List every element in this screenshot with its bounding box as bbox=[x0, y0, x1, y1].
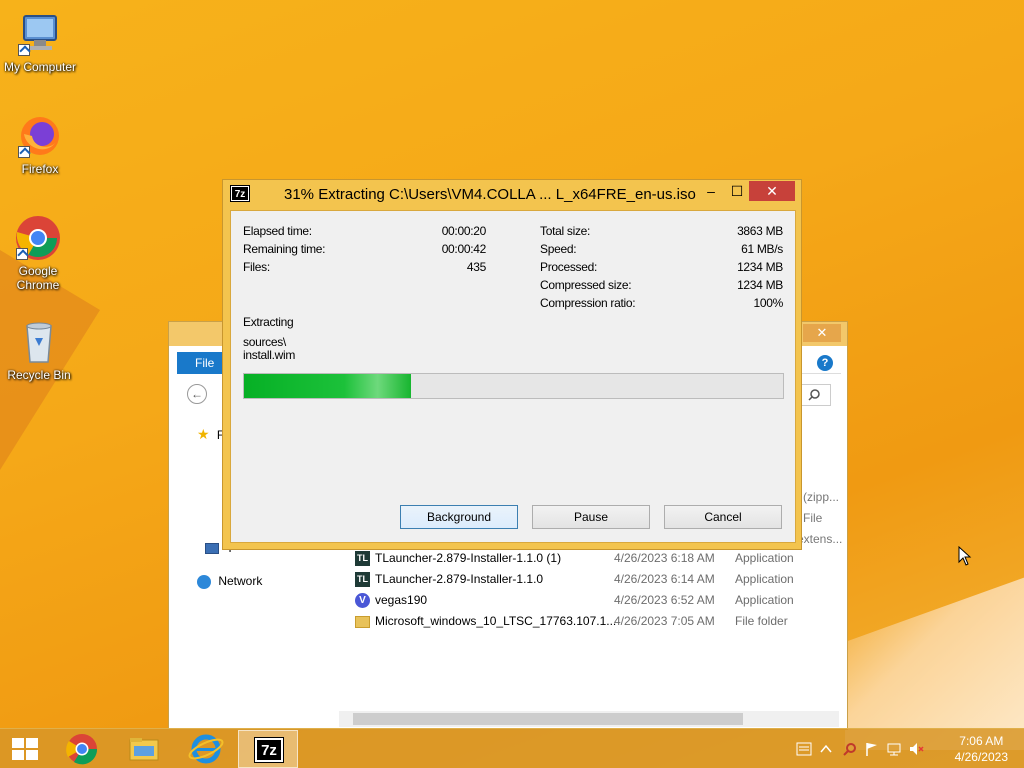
back-arrow-icon[interactable]: ← bbox=[187, 384, 207, 404]
file-row[interactable]: TL TLauncher-2.879-Installer-1.1.0 (1) 4… bbox=[349, 548, 829, 569]
dialog-body: Elapsed time: 00:00:20 Remaining time: 0… bbox=[230, 210, 796, 543]
chrome-icon bbox=[14, 214, 62, 262]
show-hidden-icons-icon[interactable] bbox=[818, 741, 834, 757]
clock[interactable]: 7:06 AM 4/26/2023 bbox=[955, 733, 1008, 765]
desktop-icon-google-chrome[interactable]: Google Chrome bbox=[0, 214, 78, 292]
speed-value: 61 MB/s bbox=[741, 242, 783, 256]
wallpaper-highlight bbox=[845, 570, 1024, 750]
computer-icon bbox=[205, 543, 219, 555]
desktop-icon-my-computer[interactable]: My Computer bbox=[0, 10, 80, 74]
desktop-icon-label: My Computer bbox=[3, 60, 77, 74]
desktop-icon-label: Firefox bbox=[21, 162, 59, 176]
current-file: install.wim bbox=[243, 348, 296, 362]
extracting-label: Extracting bbox=[243, 315, 294, 329]
remaining-time-label: Remaining time: bbox=[243, 242, 326, 256]
close-button[interactable]: ✕ bbox=[749, 181, 795, 201]
recycle-bin-icon bbox=[15, 318, 63, 366]
dialog-titlebar[interactable]: 7z 31% Extracting C:\Users\VM4.COLLA ...… bbox=[223, 180, 801, 208]
chrome-icon bbox=[66, 734, 98, 765]
explorer-close-button[interactable]: ✕ bbox=[803, 324, 841, 342]
star-icon: ★ bbox=[197, 426, 210, 442]
help-icon[interactable]: ? bbox=[817, 355, 833, 371]
mouse-cursor-icon bbox=[958, 546, 972, 566]
taskbar: 7z 7:06 AM 4/26/2023 bbox=[0, 728, 1024, 768]
files-label: Files: bbox=[243, 260, 270, 274]
7zip-icon: 7z bbox=[230, 185, 250, 202]
clock-time: 7:06 AM bbox=[959, 734, 1004, 748]
scrollbar-thumb[interactable] bbox=[353, 713, 743, 725]
taskbar-internet-explorer[interactable] bbox=[176, 730, 236, 768]
tlauncher-icon: TL bbox=[355, 572, 370, 587]
nav-quick-access[interactable]: ★ F bbox=[197, 424, 224, 444]
internet-explorer-icon bbox=[188, 734, 224, 764]
taskbar-chrome[interactable] bbox=[52, 730, 112, 768]
compressed-size-value: 1234 MB bbox=[737, 278, 783, 292]
compression-ratio-label: Compression ratio: bbox=[540, 296, 636, 310]
extraction-progress-bar bbox=[243, 373, 784, 399]
network-icon[interactable] bbox=[886, 741, 902, 757]
action-center-icon[interactable] bbox=[796, 741, 812, 757]
background-button[interactable]: Background bbox=[400, 505, 518, 529]
elapsed-time-value: 00:00:20 bbox=[441, 224, 487, 238]
windows-logo-icon bbox=[12, 738, 38, 760]
taskbar-file-explorer[interactable] bbox=[114, 730, 174, 768]
shortcut-arrow-icon bbox=[18, 44, 30, 56]
file-row[interactable]: Microsoft_windows_10_LTSC_17763.107.1...… bbox=[349, 611, 829, 632]
file-row[interactable]: V vegas190 4/26/2023 6:52 AM Application bbox=[349, 590, 829, 611]
desktop-icon-label: Google Chrome bbox=[16, 264, 60, 292]
search-box[interactable] bbox=[801, 384, 831, 406]
pause-button[interactable]: Pause bbox=[532, 505, 650, 529]
column-fragment: extens... bbox=[797, 532, 843, 546]
folder-icon bbox=[355, 616, 370, 628]
minimize-button[interactable]: – bbox=[697, 181, 725, 201]
total-size-label: Total size: bbox=[540, 224, 591, 238]
volume-muted-icon[interactable] bbox=[908, 741, 924, 757]
speed-label: Speed: bbox=[540, 242, 577, 256]
dialog-title: 31% Extracting C:\Users\VM4.COLLA ... L_… bbox=[284, 186, 696, 203]
elapsed-time-label: Elapsed time: bbox=[243, 224, 312, 238]
desktop-icon-label: Recycle Bin bbox=[7, 368, 71, 382]
desktop-icon-recycle-bin[interactable]: Recycle Bin bbox=[0, 318, 79, 382]
tlauncher-icon: TL bbox=[355, 551, 370, 566]
file-explorer-icon bbox=[129, 738, 159, 761]
desktop-icon-firefox[interactable]: Firefox bbox=[0, 112, 80, 176]
cancel-button[interactable]: Cancel bbox=[664, 505, 782, 529]
network-icon bbox=[197, 574, 211, 589]
compression-ratio-value: 100% bbox=[753, 296, 784, 310]
nav-network[interactable]: Network bbox=[197, 571, 262, 591]
taskbar-7zip[interactable]: 7z bbox=[238, 730, 298, 768]
shortcut-arrow-icon bbox=[16, 248, 28, 260]
firefox-icon bbox=[16, 112, 64, 160]
processed-value: 1234 MB bbox=[737, 260, 783, 274]
system-tray: 7:06 AM 4/26/2023 bbox=[784, 729, 1024, 768]
processed-label: Processed: bbox=[540, 260, 598, 274]
remaining-time-value: 00:00:42 bbox=[441, 242, 487, 256]
clock-date: 4/26/2023 bbox=[954, 750, 1008, 764]
search-icon[interactable] bbox=[842, 741, 858, 757]
horizontal-scrollbar[interactable] bbox=[339, 711, 839, 727]
start-button[interactable] bbox=[0, 729, 48, 768]
extraction-dialog[interactable]: 7z 31% Extracting C:\Users\VM4.COLLA ...… bbox=[222, 179, 802, 550]
7zip-icon: 7z bbox=[254, 737, 284, 763]
computer-icon bbox=[16, 10, 64, 58]
column-fragment: File bbox=[803, 511, 823, 525]
column-fragment: (zipp... bbox=[803, 490, 840, 504]
compressed-size-label: Compressed size: bbox=[540, 278, 632, 292]
file-row[interactable]: TL TLauncher-2.879-Installer-1.1.0 4/26/… bbox=[349, 569, 829, 590]
progress-fill bbox=[244, 374, 412, 398]
shortcut-arrow-icon bbox=[18, 146, 30, 158]
flag-icon[interactable] bbox=[864, 741, 880, 757]
total-size-value: 3863 MB bbox=[737, 224, 783, 238]
maximize-button[interactable]: ☐ bbox=[723, 181, 751, 201]
current-path: sources\ bbox=[243, 335, 286, 349]
files-value: 435 bbox=[466, 260, 486, 274]
search-icon bbox=[808, 389, 820, 401]
vegas-icon: V bbox=[355, 593, 370, 608]
